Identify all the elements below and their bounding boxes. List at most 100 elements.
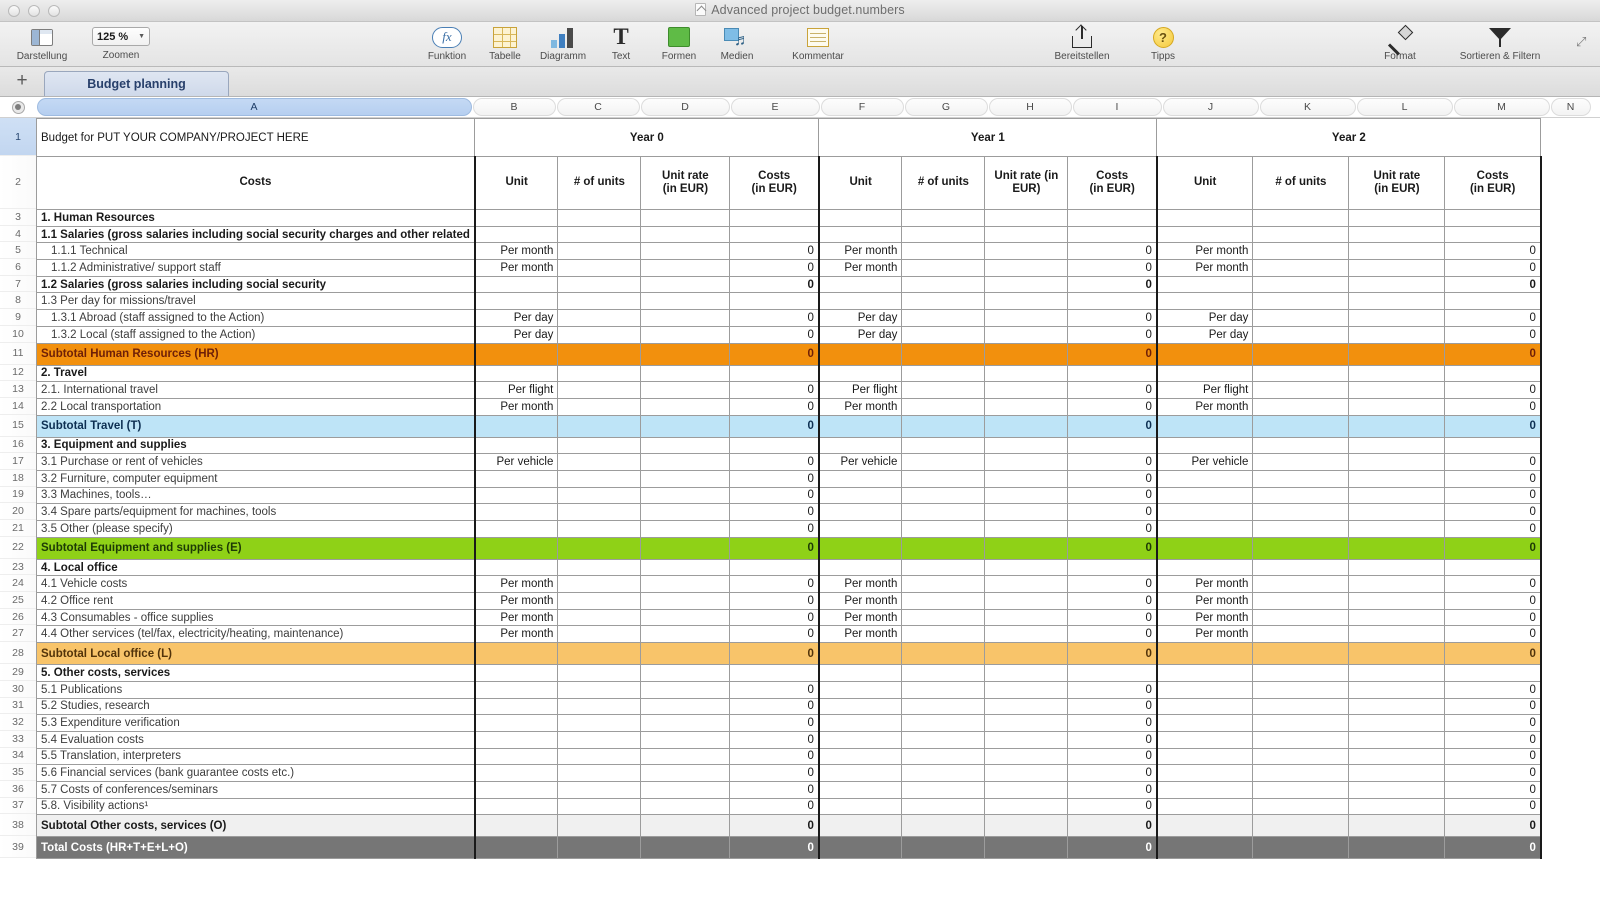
row-number-7[interactable]: 7 <box>0 276 36 293</box>
cell-5-y1-costs[interactable]: 0 <box>1068 243 1157 260</box>
cell-4-y0-unit-rate[interactable] <box>641 226 730 243</box>
row-label-31[interactable]: 5.2 Studies, research <box>37 698 475 715</box>
subheader-y2-costs[interactable]: Costs(in EUR) <box>1445 157 1541 210</box>
column-header-D[interactable]: D <box>641 98 730 116</box>
cell-11-y0-unit-rate[interactable] <box>641 343 730 365</box>
cell-33-y2-num-units[interactable] <box>1253 731 1349 748</box>
cell-15-y0-costs[interactable]: 0 <box>730 415 819 437</box>
cell-36-y2-costs[interactable]: 0 <box>1445 781 1541 798</box>
row-label-23[interactable]: 4. Local office <box>37 559 475 576</box>
cell-35-y0-costs[interactable]: 0 <box>730 765 819 782</box>
cell-3-y2-num-units[interactable] <box>1253 210 1349 227</box>
cell-22-y0-unit-rate[interactable] <box>641 537 730 559</box>
cell-37-y0-unit[interactable] <box>475 798 558 815</box>
cell-11-y1-num-units[interactable] <box>902 343 985 365</box>
cell-30-y1-costs[interactable]: 0 <box>1068 681 1157 698</box>
cell-13-y0-costs[interactable]: 0 <box>730 382 819 399</box>
cell-38-y1-unit[interactable] <box>819 815 902 837</box>
cell-5-y1-unit-rate[interactable] <box>985 243 1068 260</box>
media-button[interactable]: ♬ Medien <box>708 22 766 62</box>
table-row-28[interactable]: Subtotal Local office (L)000 <box>37 643 1541 665</box>
row-label-33[interactable]: 5.4 Evaluation costs <box>37 731 475 748</box>
cell-36-y1-num-units[interactable] <box>902 781 985 798</box>
cell-6-y0-unit[interactable]: Per month <box>475 260 558 277</box>
cell-15-y1-costs[interactable]: 0 <box>1068 415 1157 437</box>
cell-31-y0-unit-rate[interactable] <box>641 698 730 715</box>
cell-38-y0-unit-rate[interactable] <box>641 815 730 837</box>
subheader-y2-unit-rate[interactable]: Unit rate(in EUR) <box>1349 157 1445 210</box>
cell-20-y2-num-units[interactable] <box>1253 504 1349 521</box>
column-header-B[interactable]: B <box>473 98 556 116</box>
cell-36-y0-costs[interactable]: 0 <box>730 781 819 798</box>
cell-27-y0-num-units[interactable] <box>558 626 641 643</box>
row-label-26[interactable]: 4.3 Consumables - office supplies <box>37 609 475 626</box>
cell-17-y2-unit-rate[interactable] <box>1349 454 1445 471</box>
cell-6-y2-unit-rate[interactable] <box>1349 260 1445 277</box>
table-row-6[interactable]: 1.1.2 Administrative/ support staffPer m… <box>37 260 1541 277</box>
cell-7-y1-unit-rate[interactable] <box>985 276 1068 293</box>
cell-39-y2-costs[interactable]: 0 <box>1445 837 1541 859</box>
row-number-24[interactable]: 24 <box>0 575 36 592</box>
cell-25-y0-unit[interactable]: Per month <box>475 593 558 610</box>
cell-37-y0-unit-rate[interactable] <box>641 798 730 815</box>
cell-33-y2-unit-rate[interactable] <box>1349 731 1445 748</box>
cell-8-y1-unit-rate[interactable] <box>985 293 1068 310</box>
cell-18-y1-unit-rate[interactable] <box>985 470 1068 487</box>
cell-30-y2-unit[interactable] <box>1157 681 1253 698</box>
column-header-A[interactable]: A <box>37 98 472 116</box>
shapes-button[interactable]: Formen <box>650 22 708 62</box>
cell-11-y0-costs[interactable]: 0 <box>730 343 819 365</box>
cell-30-y1-num-units[interactable] <box>902 681 985 698</box>
cell-17-y0-unit-rate[interactable] <box>641 454 730 471</box>
row-label-39[interactable]: Total Costs (HR+T+E+L+O) <box>37 837 475 859</box>
subheader-y0-num-units[interactable]: # of units <box>558 157 641 210</box>
cell-14-y2-unit[interactable]: Per month <box>1157 398 1253 415</box>
cell-20-y2-costs[interactable]: 0 <box>1445 504 1541 521</box>
cell-24-y0-unit[interactable]: Per month <box>475 576 558 593</box>
cell-31-y1-num-units[interactable] <box>902 698 985 715</box>
cell-27-y0-unit[interactable]: Per month <box>475 626 558 643</box>
row-number-19[interactable]: 19 <box>0 487 36 504</box>
budget-table[interactable]: Budget for PUT YOUR COMPANY/PROJECT HERE… <box>36 118 1542 859</box>
cell-7-y2-num-units[interactable] <box>1253 276 1349 293</box>
cell-18-y0-costs[interactable]: 0 <box>730 470 819 487</box>
cell-9-y1-num-units[interactable] <box>902 310 985 327</box>
cell-9-y0-costs[interactable]: 0 <box>730 310 819 327</box>
cell-13-y1-unit[interactable]: Per flight <box>819 382 902 399</box>
zoom-control[interactable]: 125 % ▼ Zoomen <box>78 22 164 61</box>
cell-16-y1-unit[interactable] <box>819 437 902 454</box>
cell-10-y1-unit-rate[interactable] <box>985 326 1068 343</box>
cell-35-y1-unit-rate[interactable] <box>985 765 1068 782</box>
cell-29-y1-num-units[interactable] <box>902 665 985 682</box>
cell-33-y0-costs[interactable]: 0 <box>730 731 819 748</box>
cell-35-y2-unit[interactable] <box>1157 765 1253 782</box>
cell-16-y1-unit-rate[interactable] <box>985 437 1068 454</box>
cell-15-y2-num-units[interactable] <box>1253 415 1349 437</box>
cell-33-y1-costs[interactable]: 0 <box>1068 731 1157 748</box>
row-number-38[interactable]: 38 <box>0 814 36 836</box>
cell-17-y1-unit[interactable]: Per vehicle <box>819 454 902 471</box>
cell-17-y2-num-units[interactable] <box>1253 454 1349 471</box>
table-row-13[interactable]: 2.1. International travelPer flight0Per … <box>37 382 1541 399</box>
cell-20-y1-unit-rate[interactable] <box>985 504 1068 521</box>
cell-24-y2-num-units[interactable] <box>1253 576 1349 593</box>
cell-38-y0-unit[interactable] <box>475 815 558 837</box>
cell-24-y2-costs[interactable]: 0 <box>1445 576 1541 593</box>
cell-19-y0-unit-rate[interactable] <box>641 487 730 504</box>
cell-14-y0-costs[interactable]: 0 <box>730 398 819 415</box>
cell-6-y0-costs[interactable]: 0 <box>730 260 819 277</box>
row-number-1[interactable]: 1 <box>0 118 36 156</box>
row-label-11[interactable]: Subtotal Human Resources (HR) <box>37 343 475 365</box>
cell-19-y2-unit-rate[interactable] <box>1349 487 1445 504</box>
table-row-19[interactable]: 3.3 Machines, tools…000 <box>37 487 1541 504</box>
cell-7-y2-unit[interactable] <box>1157 276 1253 293</box>
row-number-9[interactable]: 9 <box>0 309 36 326</box>
cell-26-y1-num-units[interactable] <box>902 609 985 626</box>
cell-11-y0-unit[interactable] <box>475 343 558 365</box>
cell-32-y0-costs[interactable]: 0 <box>730 715 819 732</box>
sheet-tab-budget-planning[interactable]: Budget planning <box>44 71 229 96</box>
table-button[interactable]: Tabelle <box>476 22 534 62</box>
row-number-25[interactable]: 25 <box>0 592 36 609</box>
year-group-header-1[interactable]: Year 1 <box>819 119 1157 157</box>
cell-12-y2-unit[interactable] <box>1157 365 1253 382</box>
